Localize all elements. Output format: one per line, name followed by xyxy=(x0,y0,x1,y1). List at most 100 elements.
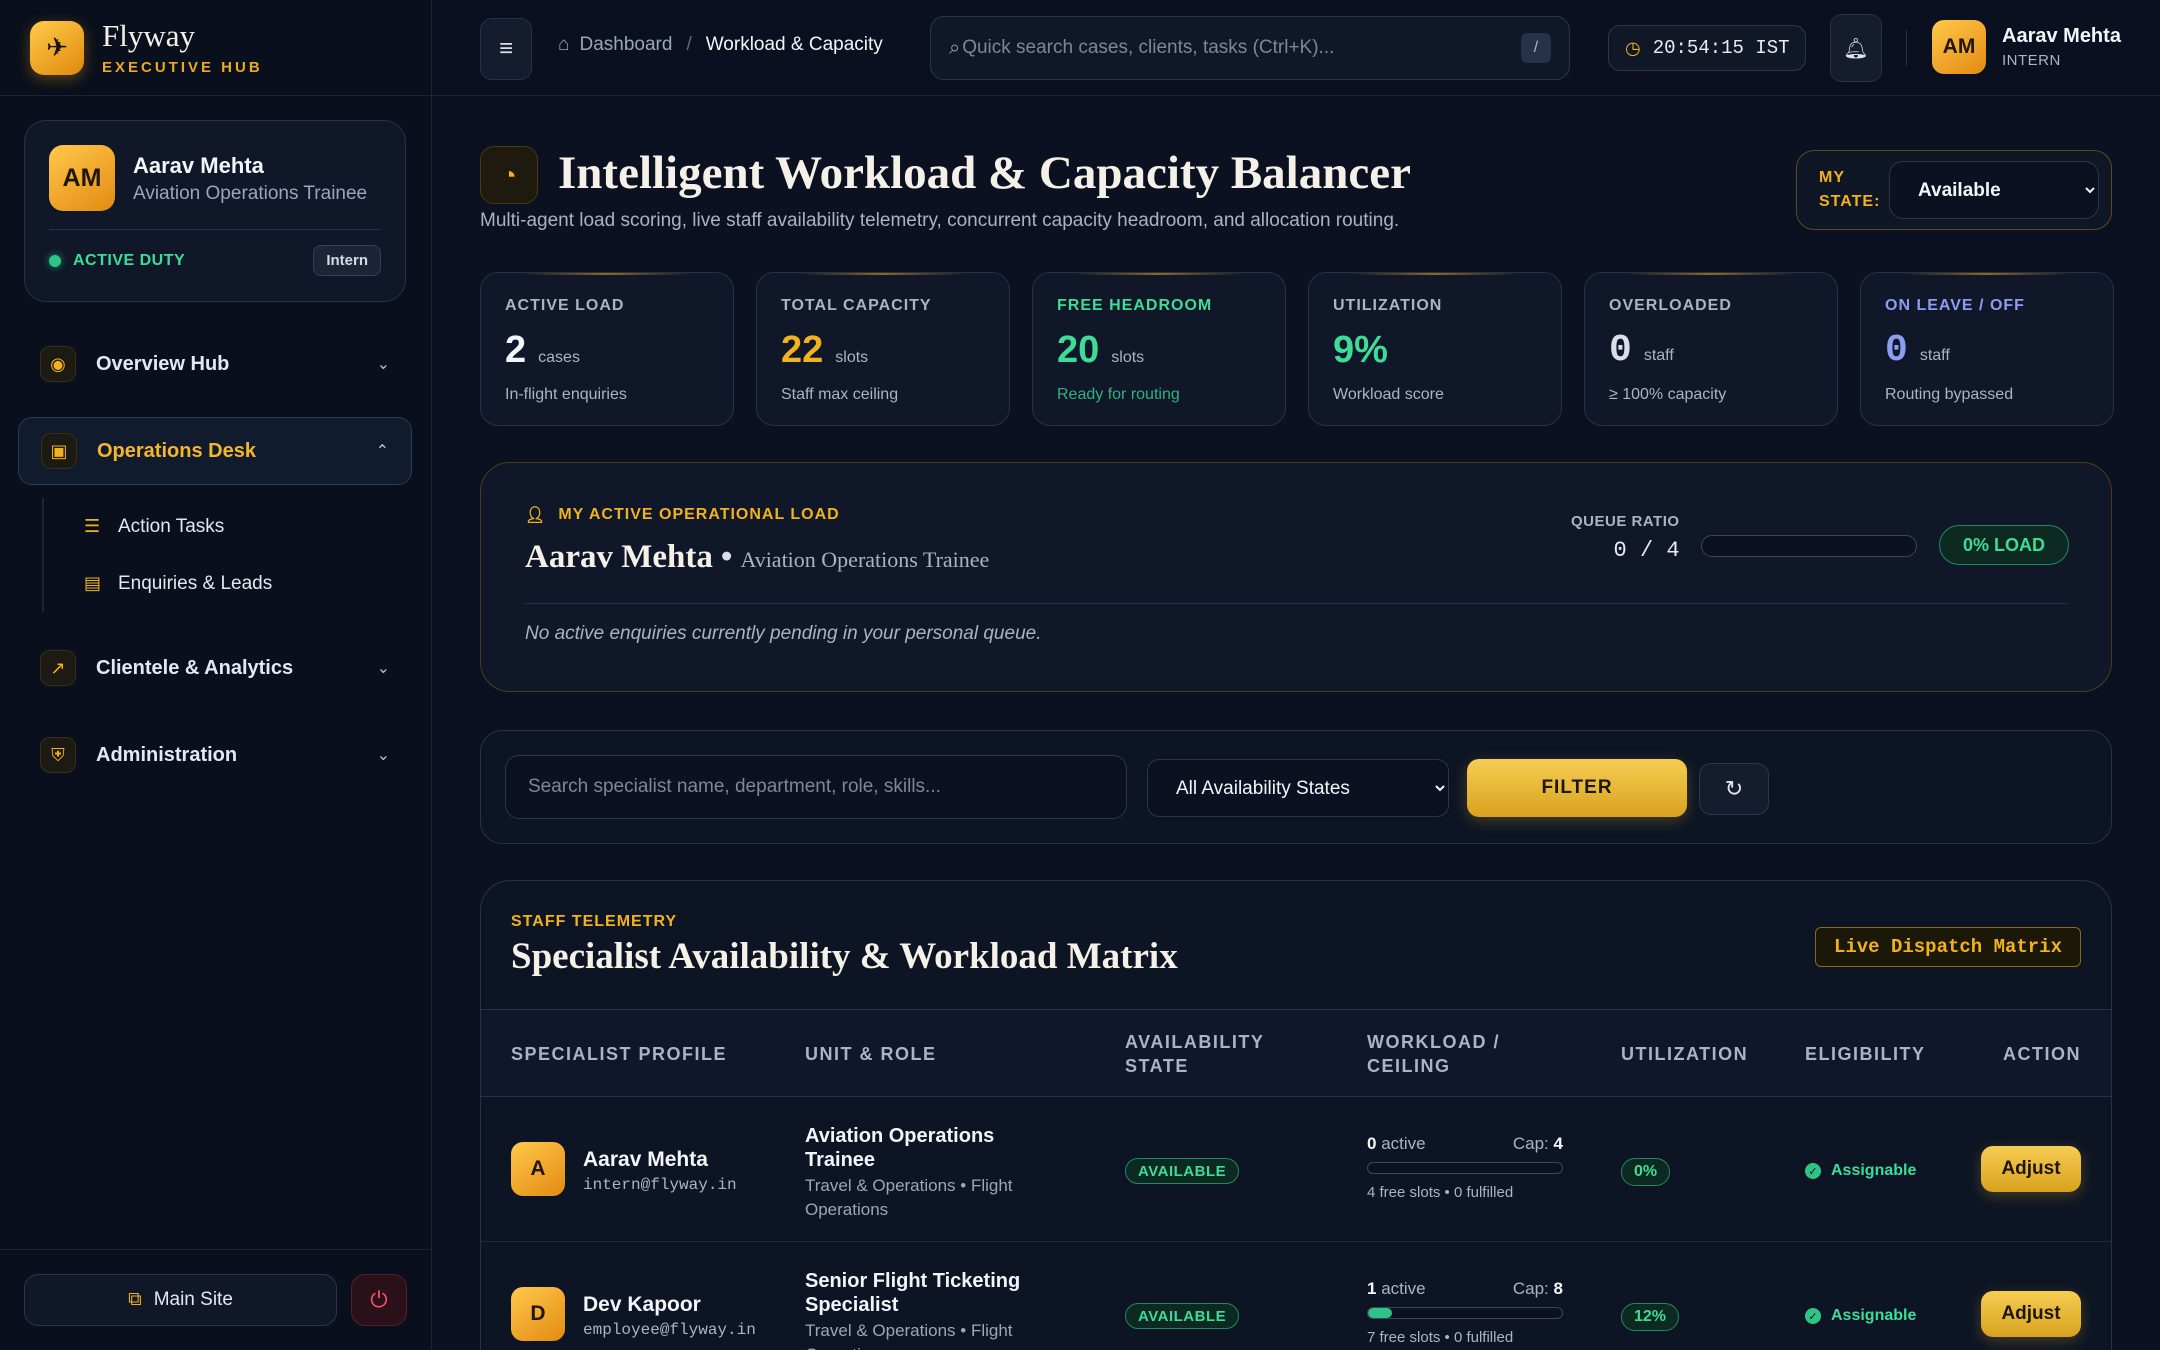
stat-value: 0 xyxy=(1885,329,1908,372)
stat-unit: slots xyxy=(1111,349,1145,366)
duty-status: ACTIVE DUTY xyxy=(49,252,185,270)
brand-name: Flyway xyxy=(102,17,195,53)
workload-meter: 1 active Cap: 8 7 free slots • 0 fulfill… xyxy=(1367,1279,1563,1346)
search-icon: ⌕ xyxy=(949,36,961,59)
brand[interactable]: ✈ Flyway EXECUTIVE HUB xyxy=(0,0,431,96)
my-state-select[interactable]: Available xyxy=(1889,161,2099,219)
live-dispatch-badge: Live Dispatch Matrix xyxy=(1814,927,2081,967)
avatar: AM xyxy=(49,145,115,211)
my-load-role: Aviation Operations Trainee xyxy=(740,547,990,572)
divider xyxy=(1906,30,1907,66)
active-count: 0 xyxy=(1367,1134,1377,1153)
stat-card-overloaded: OVERLOADED 0 staff ≥ 100% capacity xyxy=(1584,272,1838,426)
stat-label: OVERLOADED xyxy=(1609,297,1732,314)
home-icon[interactable]: ⌂ xyxy=(558,34,569,56)
specialist-department: Travel & Operations • Flight Operations xyxy=(805,1321,1013,1350)
adjust-button[interactable]: Adjust xyxy=(1981,1146,2081,1192)
specialist-department: Travel & Operations • Flight Operations xyxy=(805,1176,1013,1219)
chart-line-icon: ↗ xyxy=(40,650,76,686)
stat-label: FREE HEADROOM xyxy=(1057,297,1213,314)
sidebar-item-label: Clientele & Analytics xyxy=(96,656,294,679)
notifications-button[interactable]: 🔔︎ xyxy=(1830,14,1882,82)
user-name: Aarav Mehta xyxy=(2002,25,2121,47)
plane-logo-icon: ✈ xyxy=(30,20,84,75)
stat-desc: Routing bypassed xyxy=(1885,386,2014,403)
brand-subtitle: EXECUTIVE HUB xyxy=(102,58,263,76)
load-percent-badge: 0% LOAD xyxy=(1939,525,2069,565)
my-state-label: MY STATE: xyxy=(1819,169,1881,210)
check-circle-icon: ✓ xyxy=(1805,1163,1821,1179)
queue-ratio-value: 0 / 4 xyxy=(1613,538,1680,563)
availability-filter-select[interactable]: All Availability States xyxy=(1147,759,1449,817)
specialist-name: Dev Kapoor xyxy=(583,1293,701,1316)
stat-desc: Workload score xyxy=(1333,386,1444,403)
my-load-tag-label: MY ACTIVE OPERATIONAL LOAD xyxy=(558,506,840,523)
table-row: D Dev Kapoor employee@flyway.in Senior F… xyxy=(481,1243,2111,1350)
stats-row: ACTIVE LOAD 2 cases In-flight enquiries T… xyxy=(480,272,2114,426)
column-header: ACTION xyxy=(2003,1043,2081,1064)
topbar: ≡ ⌂ Dashboard / Workload & Capacity ⌕ / … xyxy=(432,0,2160,96)
stat-label: UTILIZATION xyxy=(1333,297,1443,314)
user-role: INTERN xyxy=(2002,52,2061,69)
sidebar-item-administration[interactable]: ⛨ Administration ⌄ xyxy=(18,721,412,789)
sidebar-item-enquiries-leads[interactable]: ▤ Enquiries & Leads xyxy=(84,555,412,612)
workload-bar xyxy=(1367,1307,1563,1319)
search-shortcut-key: / xyxy=(1521,33,1551,63)
status-dot-icon xyxy=(49,254,61,267)
specialist-email: employee@flyway.in xyxy=(583,1321,756,1339)
specialist-search-input[interactable] xyxy=(505,755,1127,819)
stat-value: 0 xyxy=(1609,329,1632,372)
shield-icon: ⛨ xyxy=(40,737,76,773)
clock: ◷ 20:54:15 IST xyxy=(1608,25,1806,71)
cap-value: 4 xyxy=(1553,1134,1563,1153)
user-clock-icon: 👤︎ xyxy=(525,507,547,524)
user-menu[interactable]: AM Aarav Mehta INTERN xyxy=(1932,20,2121,74)
workload-bar xyxy=(1367,1162,1563,1174)
sidebar: ✈ Flyway EXECUTIVE HUB AM Aarav Mehta Av… xyxy=(0,0,432,1350)
refresh-button[interactable]: ↻ xyxy=(1699,763,1769,815)
my-load-card: 👤︎ MY ACTIVE OPERATIONAL LOAD Aarav Meht… xyxy=(480,462,2112,692)
stat-desc: In-flight enquiries xyxy=(505,386,627,403)
active-label: active xyxy=(1381,1279,1426,1298)
page-title: Intelligent Workload & Capacity Balancer xyxy=(558,147,1411,199)
main-site-button[interactable]: ⧉ Main Site xyxy=(24,1274,337,1326)
stat-card-on-leave: ON LEAVE / OFF 0 staff Routing bypassed xyxy=(1860,272,2114,426)
stat-label: ACTIVE LOAD xyxy=(505,297,625,314)
sidebar-nav: ◉ Overview Hub ⌄ ▣ Operations Desk ⌃ ☰ A… xyxy=(18,330,412,808)
sidebar-item-clientele-analytics[interactable]: ↗ Clientele & Analytics ⌄ xyxy=(18,634,412,702)
power-icon: ⏻ xyxy=(370,1287,388,1312)
breadcrumb-separator: / xyxy=(686,34,692,55)
column-header: AVAILABILITY STATE xyxy=(1125,1031,1264,1076)
my-load-name: Aarav Mehta xyxy=(525,539,713,575)
table-header: SPECIALIST PROFILE UNIT & ROLE AVAILABIL… xyxy=(481,1009,2111,1097)
bullet-separator: • xyxy=(720,539,733,575)
breadcrumb-dashboard[interactable]: Dashboard xyxy=(579,34,672,56)
filter-button[interactable]: FILTER xyxy=(1467,759,1687,817)
role-badge: Intern xyxy=(313,245,381,276)
my-state-control: MY STATE: Available xyxy=(1796,150,2112,230)
column-header: WORKLOAD / CEILING xyxy=(1367,1031,1500,1076)
breadcrumb: ⌂ Dashboard / Workload & Capacity xyxy=(558,34,883,56)
global-search-input[interactable] xyxy=(962,37,1521,59)
cap-label: Cap: xyxy=(1512,1279,1549,1298)
logout-button[interactable]: ⏻ xyxy=(351,1274,407,1326)
stat-value: 22 xyxy=(781,329,824,371)
chevron-down-icon: ⌄ xyxy=(376,356,390,373)
compass-icon: ◉ xyxy=(40,346,76,382)
sidebar-item-label: Action Tasks xyxy=(118,515,225,537)
adjust-button[interactable]: Adjust xyxy=(1981,1291,2081,1337)
sidebar-item-overview-hub[interactable]: ◉ Overview Hub ⌄ xyxy=(18,330,412,398)
menu-toggle-button[interactable]: ≡ xyxy=(480,18,532,80)
sidebar-item-operations-desk[interactable]: ▣ Operations Desk ⌃ xyxy=(18,417,412,485)
workload-bar-fill xyxy=(1368,1308,1393,1318)
active-count: 1 xyxy=(1367,1279,1377,1298)
workload-matrix: STAFF TELEMETRY Specialist Availability … xyxy=(480,880,2112,1350)
stat-value: 9% xyxy=(1333,329,1388,371)
main-content: ◔ Intelligent Workload & Capacity Balanc… xyxy=(432,96,2160,1350)
sidebar-item-label: Overview Hub xyxy=(96,352,230,375)
empty-queue-message: No active enquiries currently pending in… xyxy=(525,623,1042,644)
stat-label: TOTAL CAPACITY xyxy=(781,297,932,314)
stat-unit: slots xyxy=(835,349,869,366)
availability-badge: AVAILABLE xyxy=(1125,1158,1240,1184)
sidebar-item-action-tasks[interactable]: ☰ Action Tasks xyxy=(84,498,412,555)
